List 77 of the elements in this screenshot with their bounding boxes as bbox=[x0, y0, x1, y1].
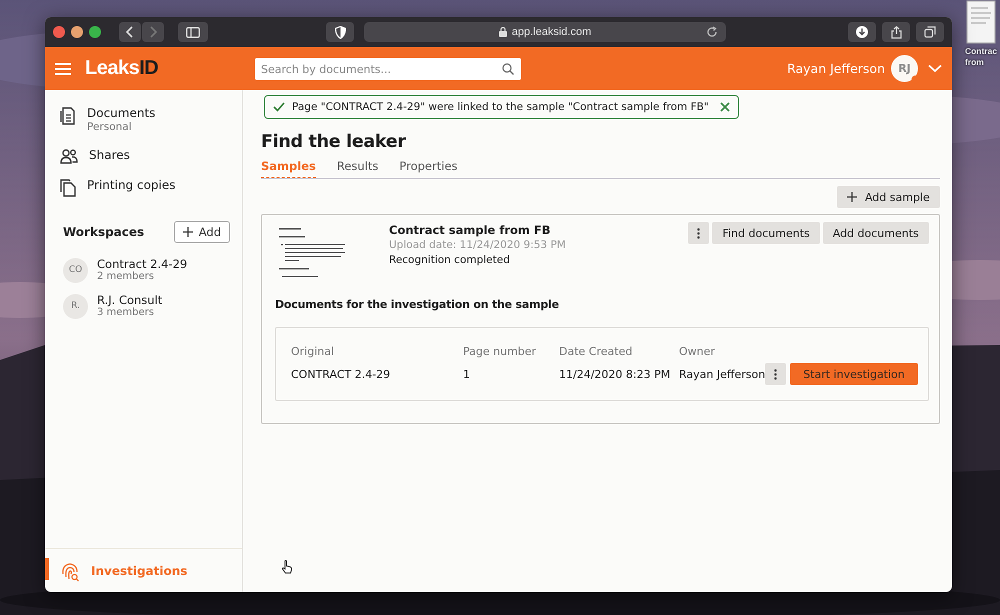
table-cell-text: CONTRACT 2.4-29 bbox=[291, 368, 392, 380]
share-icon bbox=[890, 26, 902, 38]
minimize-button[interactable] bbox=[71, 26, 83, 38]
workspace-name[interactable]: Contract 2.4-29 bbox=[97, 257, 188, 271]
fingerprint-icon bbox=[60, 562, 80, 582]
plus-icon bbox=[182, 227, 193, 237]
action-button[interactable]: Add documents bbox=[822, 222, 929, 244]
nav-label: Investigations bbox=[91, 564, 188, 579]
nav-label: Shares bbox=[89, 148, 130, 163]
add-workspace-button[interactable]: Add bbox=[174, 221, 230, 243]
section-heading: Workspaces bbox=[63, 225, 144, 239]
tab[interactable]: Properties bbox=[399, 159, 458, 178]
url-text: app.leaksid.com bbox=[512, 26, 592, 38]
table-cell: Rayan Jefferson bbox=[679, 368, 766, 380]
nav-item[interactable]: Shares bbox=[60, 148, 230, 178]
chevron-right-icon bbox=[148, 26, 158, 38]
back-button[interactable] bbox=[119, 22, 141, 42]
hand-cursor-icon bbox=[281, 560, 293, 574]
close-icon[interactable] bbox=[720, 102, 730, 112]
search-field[interactable]: Search by documents... bbox=[255, 58, 521, 80]
section-heading: Documents for the investigation on the sample bbox=[275, 298, 560, 311]
more-icon bbox=[774, 368, 778, 380]
document-file-icon[interactable] bbox=[966, 0, 996, 44]
people-icon bbox=[60, 149, 78, 164]
share-button[interactable] bbox=[882, 22, 910, 42]
column-header: Owner bbox=[679, 345, 716, 358]
reload-icon[interactable] bbox=[706, 26, 718, 38]
member-count: 2 members bbox=[97, 271, 155, 283]
table-cell-text: 11/24/2020 8:23 PM bbox=[559, 368, 672, 380]
more-button[interactable] bbox=[765, 363, 786, 385]
upload-date: Upload date: 11/24/2020 9:53 PM bbox=[389, 239, 567, 251]
app-logo[interactable]: LeaksID bbox=[85, 57, 255, 80]
nav-sublabel: Personal bbox=[87, 121, 133, 134]
download-icon bbox=[856, 26, 868, 38]
start-investigation-button[interactable]: Start investigation bbox=[790, 363, 918, 385]
lock-icon bbox=[498, 27, 507, 37]
column-header: Page number bbox=[463, 345, 538, 358]
workspace-avatar: CO bbox=[63, 258, 88, 282]
sidebar-icon bbox=[186, 26, 200, 38]
workspace-name[interactable]: R.J. Consult bbox=[97, 293, 162, 307]
nav-item[interactable]: Documents Personal bbox=[60, 106, 230, 148]
toast-message: Page "CONTRACT 2.4-29" were linked to the sample "Contract sample from FB" bbox=[292, 101, 709, 113]
sample-title: Contract sample from FB bbox=[389, 223, 552, 237]
address-bar[interactable]: app.leaksid.com bbox=[364, 22, 726, 42]
privacy-button[interactable] bbox=[326, 22, 354, 42]
close-button[interactable] bbox=[53, 26, 65, 38]
check-icon bbox=[273, 102, 285, 112]
tabs-button[interactable] bbox=[916, 22, 944, 42]
column-header: Original bbox=[291, 345, 336, 358]
file-label: from bbox=[964, 57, 985, 68]
file-label: Contrac bbox=[964, 46, 998, 57]
chevron-down-icon[interactable] bbox=[928, 64, 942, 73]
workspace-avatar: R. bbox=[63, 294, 88, 318]
chevron-left-icon bbox=[125, 26, 135, 38]
copies-icon bbox=[60, 179, 76, 197]
table-cell-text: 1 bbox=[463, 368, 471, 380]
nav-label: Documents bbox=[87, 106, 156, 121]
tab[interactable]: Results bbox=[336, 159, 378, 178]
add-sample-button[interactable]: Add sample bbox=[836, 186, 940, 208]
more-icon bbox=[697, 228, 700, 238]
downloads-button[interactable] bbox=[848, 22, 876, 42]
nav-item[interactable]: Printing copies bbox=[60, 178, 230, 211]
sidebar-toggle-button[interactable] bbox=[178, 22, 208, 42]
page-title: Find the leaker bbox=[261, 132, 407, 152]
menu-icon[interactable] bbox=[55, 62, 71, 74]
shield-icon bbox=[334, 26, 346, 38]
action-button[interactable]: Find documents bbox=[712, 222, 820, 244]
plus-icon bbox=[846, 192, 857, 202]
nav-label: Printing copies bbox=[87, 178, 176, 193]
recognition-status: Recognition completed bbox=[389, 254, 511, 266]
zoom-button[interactable] bbox=[89, 26, 101, 38]
more-button[interactable] bbox=[688, 222, 710, 244]
search-icon[interactable] bbox=[502, 62, 514, 74]
document-icon bbox=[60, 107, 76, 125]
tabs-icon bbox=[924, 26, 936, 38]
member-count: 3 members bbox=[97, 307, 155, 319]
column-header: Date Created bbox=[559, 345, 634, 358]
